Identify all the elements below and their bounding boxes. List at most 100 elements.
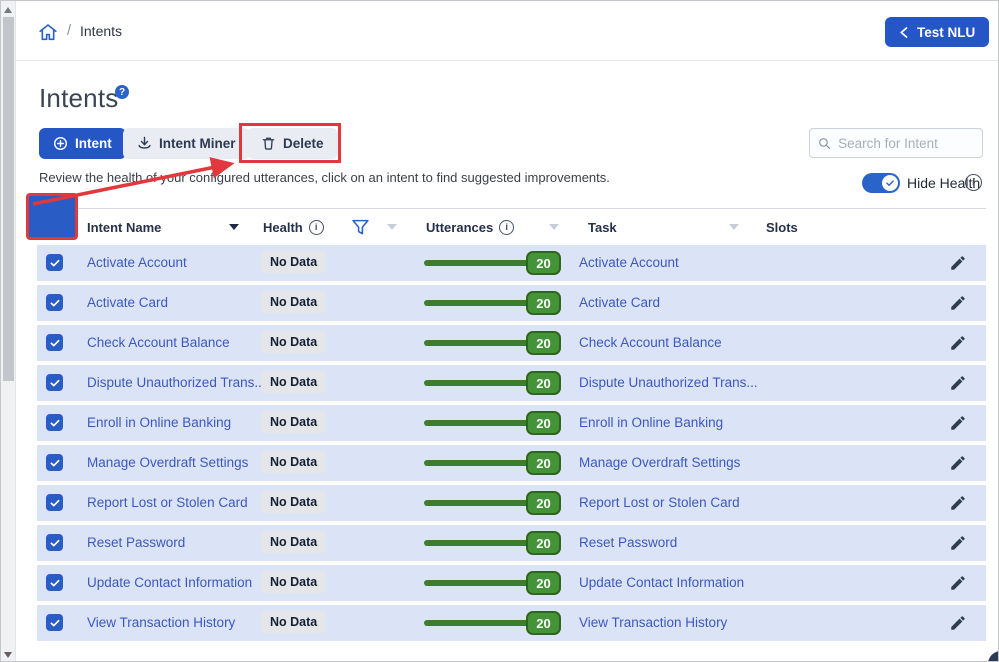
plus-circle-icon	[53, 136, 68, 151]
intent-name-link[interactable]: Update Contact Information	[87, 575, 252, 590]
utterance-bar[interactable]	[424, 620, 530, 626]
intents-page: / Intents Test NLU Intents ? Intent Inte…	[0, 0, 999, 662]
intent-name-link[interactable]: Activate Card	[87, 295, 168, 310]
edit-pencil-icon[interactable]	[949, 494, 967, 512]
health-status-badge: No Data	[261, 411, 326, 433]
row-checkbox[interactable]	[46, 454, 63, 471]
health-status-badge: No Data	[261, 331, 326, 353]
edit-pencil-icon[interactable]	[949, 294, 967, 312]
task-link[interactable]: Reset Password	[579, 535, 677, 550]
check-icon	[49, 221, 61, 233]
vertical-scrollbar[interactable]	[1, 1, 16, 662]
row-checkbox[interactable]	[46, 574, 63, 591]
utterance-bar[interactable]	[424, 540, 530, 546]
row-checkbox[interactable]	[46, 254, 63, 271]
column-utterances[interactable]: Utterances i	[426, 209, 514, 246]
task-link[interactable]: Activate Card	[579, 295, 660, 310]
task-link[interactable]: Dispute Unauthorized Trans...	[579, 375, 758, 390]
intent-name-link[interactable]: Dispute Unauthorized Trans...	[87, 375, 266, 390]
corner-widget[interactable]	[988, 651, 999, 662]
sort-icon[interactable]	[549, 224, 559, 230]
hide-health-toggle[interactable]	[862, 173, 900, 193]
sort-icon[interactable]	[387, 224, 397, 230]
task-link[interactable]: Check Account Balance	[579, 335, 722, 350]
scrollbar-down-arrow-icon[interactable]	[4, 652, 12, 658]
health-status-badge: No Data	[261, 571, 326, 593]
edit-pencil-icon[interactable]	[949, 414, 967, 432]
task-link[interactable]: Manage Overdraft Settings	[579, 455, 740, 470]
trash-icon	[261, 136, 276, 151]
edit-pencil-icon[interactable]	[949, 374, 967, 392]
row-checkbox[interactable]	[46, 494, 63, 511]
task-link[interactable]: View Transaction History	[579, 615, 727, 630]
edit-pencil-icon[interactable]	[949, 334, 967, 352]
utterance-bar[interactable]	[424, 500, 530, 506]
intent-name-link[interactable]: View Transaction History	[87, 615, 235, 630]
task-link[interactable]: Report Lost or Stolen Card	[579, 495, 740, 510]
row-checkbox[interactable]	[46, 374, 63, 391]
utterance-count-badge: 20	[526, 251, 561, 275]
health-info-icon[interactable]: i	[309, 220, 324, 235]
column-slots[interactable]: Slots	[766, 209, 798, 246]
intent-miner-button[interactable]: Intent Miner	[123, 128, 250, 159]
utterance-bar[interactable]	[424, 380, 530, 386]
utterance-count-badge: 20	[526, 331, 561, 355]
sort-desc-icon[interactable]	[229, 224, 239, 230]
row-checkbox[interactable]	[46, 334, 63, 351]
utterance-count-badge: 20	[526, 491, 561, 515]
test-nlu-button[interactable]: Test NLU	[885, 17, 989, 47]
utterance-bar[interactable]	[424, 460, 530, 466]
check-icon	[49, 457, 61, 469]
add-intent-label: Intent	[75, 136, 112, 151]
utterance-bar[interactable]	[424, 340, 530, 346]
intent-name-link[interactable]: Manage Overdraft Settings	[87, 455, 248, 470]
column-task[interactable]: Task	[588, 209, 617, 246]
row-checkbox[interactable]	[46, 414, 63, 431]
edit-pencil-icon[interactable]	[949, 574, 967, 592]
intent-name-link[interactable]: Enroll in Online Banking	[87, 415, 231, 430]
task-link[interactable]: Update Contact Information	[579, 575, 744, 590]
delete-label: Delete	[283, 136, 324, 151]
intent-name-link[interactable]: Activate Account	[87, 255, 187, 270]
delete-button[interactable]: Delete	[247, 128, 338, 159]
select-all-checkbox[interactable]	[46, 218, 63, 235]
row-checkbox[interactable]	[46, 534, 63, 551]
intent-name-link[interactable]: Reset Password	[87, 535, 185, 550]
utterance-bar[interactable]	[424, 260, 530, 266]
utterance-bar[interactable]	[424, 580, 530, 586]
edit-pencil-icon[interactable]	[949, 614, 967, 632]
intent-name-link[interactable]: Report Lost or Stolen Card	[87, 495, 248, 510]
table-row: Activate Card No Data 20 Activate Card	[37, 285, 986, 321]
intent-name-link[interactable]: Check Account Balance	[87, 335, 230, 350]
chevron-left-icon	[899, 26, 908, 39]
row-checkbox[interactable]	[46, 614, 63, 631]
check-icon	[49, 417, 61, 429]
check-icon	[49, 297, 61, 309]
utterance-bar[interactable]	[424, 300, 530, 306]
home-icon[interactable]	[37, 21, 59, 43]
search-input[interactable]	[838, 136, 974, 151]
utterances-info-icon[interactable]: i	[499, 220, 514, 235]
utterance-count-badge: 20	[526, 291, 561, 315]
task-link[interactable]: Enroll in Online Banking	[579, 415, 723, 430]
add-intent-button[interactable]: Intent	[39, 128, 126, 159]
hide-health-info-icon[interactable]: i	[965, 174, 982, 191]
edit-pencil-icon[interactable]	[949, 534, 967, 552]
breadcrumb-current[interactable]: Intents	[80, 23, 122, 39]
edit-pencil-icon[interactable]	[949, 454, 967, 472]
check-icon	[49, 497, 61, 509]
column-health[interactable]: Health i	[263, 209, 324, 246]
scrollbar-thumb[interactable]	[3, 17, 14, 381]
sort-icon[interactable]	[729, 224, 739, 230]
intent-miner-label: Intent Miner	[159, 136, 236, 151]
column-intent-name[interactable]: Intent Name	[87, 209, 161, 246]
task-link[interactable]: Activate Account	[579, 255, 679, 270]
health-status-badge: No Data	[261, 251, 326, 273]
scrollbar-up-arrow-icon[interactable]	[4, 7, 12, 13]
help-icon[interactable]: ?	[115, 85, 129, 99]
health-filter-funnel-icon[interactable]	[351, 218, 370, 242]
utterance-bar[interactable]	[424, 420, 530, 426]
row-checkbox[interactable]	[46, 294, 63, 311]
edit-pencil-icon[interactable]	[949, 254, 967, 272]
table-row: Reset Password No Data 20 Reset Password	[37, 525, 986, 561]
